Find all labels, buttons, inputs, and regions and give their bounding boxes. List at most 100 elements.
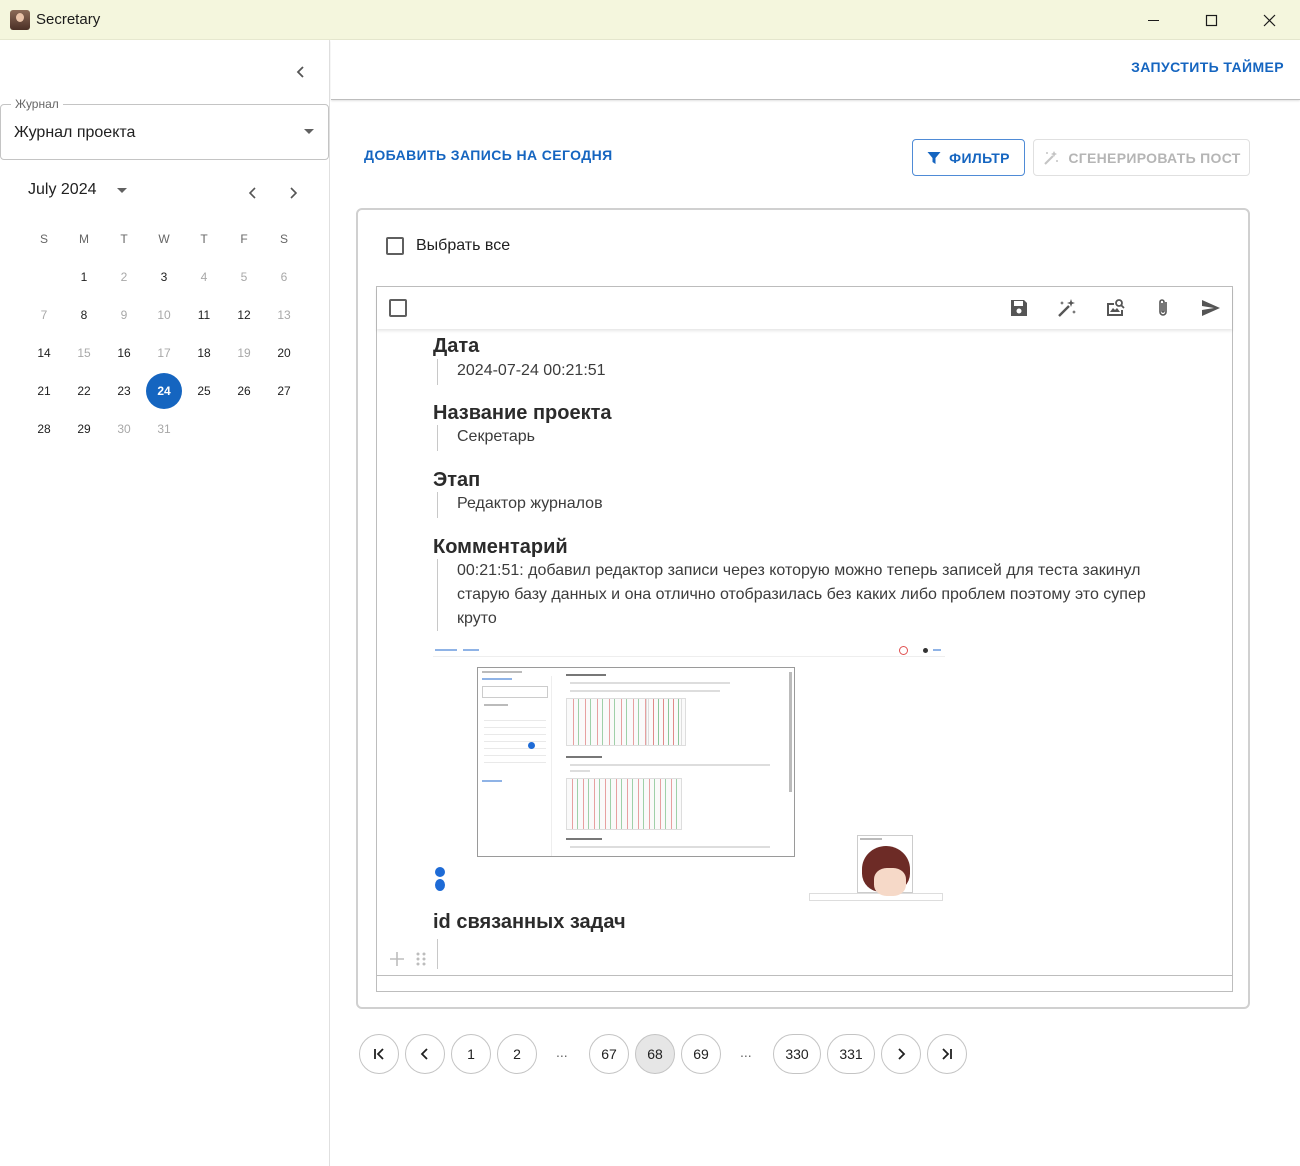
calendar-day-number: 17 [157,346,171,360]
field-heading-date: Дата [433,335,480,357]
magic-wand-icon[interactable] [1055,296,1079,320]
calendar-month-label[interactable]: July 2024 [28,181,97,199]
drag-handle-icon[interactable] [413,951,429,967]
dropdown-arrow-icon [304,129,314,134]
pagination-ellipsis: ... [740,1044,752,1060]
calendar-day[interactable]: 11 [184,297,224,333]
calendar-day-number: 25 [197,384,211,398]
sidebar: Журнал Журнал проекта July 2024 S M T W T F S 1… [0,40,330,1166]
calendar-day-number: 18 [197,346,211,360]
prev-page-button[interactable] [405,1034,445,1074]
attach-icon[interactable] [1151,296,1175,320]
calendar-day-number: 9 [120,308,128,322]
field-value-comment: 00:21:51: добавил редактор записи через … [437,559,1177,631]
calendar-day[interactable]: 23 [104,373,144,409]
next-page-button[interactable] [881,1034,921,1074]
attached-screenshot-image [433,645,945,903]
generate-post-label: СГЕНЕРИРОВАТЬ ПОСТ [1068,149,1241,166]
calendar-day[interactable]: 8 [64,297,104,333]
calendar-day[interactable]: 3 [144,259,184,295]
calendar-day: 13 [264,297,304,333]
calendar-day-number: 12 [237,308,251,322]
month-dropdown-icon[interactable] [117,188,127,193]
maximize-icon[interactable] [1182,0,1240,40]
journal-select-label: Журнал [11,97,63,111]
page-button[interactable]: 67 [589,1034,629,1074]
close-icon[interactable] [1240,0,1298,40]
page-button[interactable]: 2 [497,1034,537,1074]
calendar-day[interactable]: 16 [104,335,144,371]
calendar-day[interactable]: 21 [24,373,64,409]
select-all-checkbox[interactable] [386,237,404,255]
calendar-day[interactable]: 1 [64,259,104,295]
calendar-day[interactable]: 14 [24,335,64,371]
calendar-day: 31 [144,411,184,447]
calendar-day[interactable]: 12 [224,297,264,333]
start-timer-button[interactable]: ЗАПУСТИТЬ ТАЙМЕР [1131,59,1284,75]
calendar-day-selected[interactable]: 24 [144,373,184,409]
block-handle[interactable] [389,951,429,967]
calendar-day[interactable]: 20 [264,335,304,371]
field-value-related-tasks[interactable] [437,939,438,969]
window-title: Secretary [36,11,101,28]
calendar-day: 19 [224,335,264,371]
page-button[interactable]: 69 [681,1034,721,1074]
calendar-day[interactable]: 27 [264,373,304,409]
page-button[interactable]: 331 [827,1034,875,1074]
field-heading-related-tasks: id связанных задач [433,911,626,933]
calendar-day-number: 6 [280,270,288,284]
calendar-day[interactable]: 26 [224,373,264,409]
prev-month-button[interactable] [241,181,265,205]
entries-card: Выбрать все Дата 2024-07-24 00:21:51 Наз… [356,208,1250,1009]
entry-body[interactable]: Дата 2024-07-24 00:21:51 Название проект… [377,329,1232,975]
collapse-sidebar-button[interactable] [288,59,314,85]
calendar-day[interactable]: 18 [184,335,224,371]
field-heading-comment: Комментарий [433,536,568,558]
calendar-day: 9 [104,297,144,333]
minimize-icon[interactable] [1124,0,1182,40]
calendar-day-number: 16 [117,346,131,360]
generate-post-button[interactable]: СГЕНЕРИРОВАТЬ ПОСТ [1033,139,1250,176]
top-app-bar: ЗАПУСТИТЬ ТАЙМЕР [331,40,1300,100]
entry-footer-divider [377,975,1232,976]
calendar-day[interactable]: 28 [24,411,64,447]
add-entry-today-button[interactable]: ДОБАВИТЬ ЗАПИСЬ НА СЕГОДНЯ [364,147,613,163]
calendar-day [224,411,264,447]
weekday-label: T [120,232,128,246]
weekday-label: M [79,232,89,246]
select-all-row[interactable]: Выбрать все [386,237,510,255]
journal-select[interactable]: Журнал Журнал проекта [0,97,329,160]
page-button[interactable]: 330 [773,1034,821,1074]
calendar-day[interactable]: 22 [64,373,104,409]
weekday-label: S [39,232,48,246]
journal-select-value: Журнал проекта [14,124,136,141]
calendar-day[interactable]: 29 [64,411,104,447]
magic-wand-icon [1044,150,1059,165]
add-block-icon[interactable] [389,951,405,967]
current-page-button[interactable]: 68 [635,1034,675,1074]
entry-toolbar [377,287,1232,329]
chevron-left-icon [420,1048,428,1060]
calendar-day-number: 23 [117,384,131,398]
filter-button-label: ФИЛЬТР [949,149,1010,166]
last-page-button[interactable] [927,1034,967,1074]
calendar-day: 4 [184,259,224,295]
calendar-week-row: 28 29 30 31 [24,410,304,448]
image-search-icon[interactable] [1103,296,1127,320]
calendar-day-number: 19 [237,346,251,360]
page-button[interactable]: 1 [451,1034,491,1074]
save-icon[interactable] [1007,296,1031,320]
send-icon[interactable] [1199,296,1223,320]
chevron-right-icon [898,1048,906,1060]
next-month-button[interactable] [281,181,305,205]
calendar-week-row: 14 15 16 17 18 19 20 [24,334,304,372]
filter-button[interactable]: ФИЛЬТР [912,139,1025,176]
entry-checkbox[interactable] [389,299,407,317]
first-page-button[interactable] [359,1034,399,1074]
chevron-left-icon [296,66,304,78]
calendar-day[interactable]: 25 [184,373,224,409]
pagination-ellipsis: ... [556,1044,568,1060]
calendar-day-number: 7 [40,308,48,322]
avatar-widget-image [857,835,913,896]
calendar-day-number: 10 [157,308,171,322]
